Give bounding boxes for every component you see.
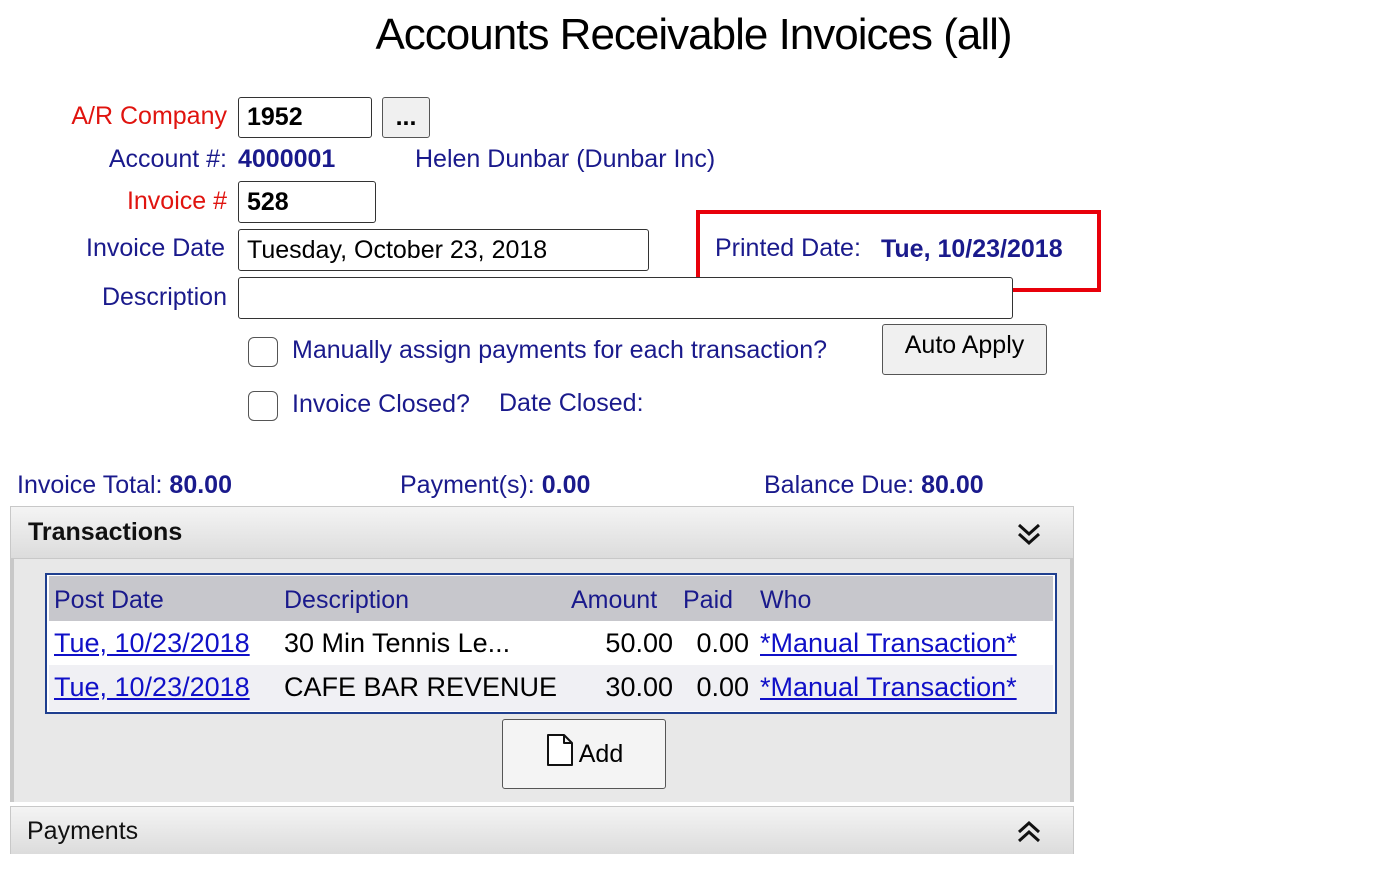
- balance-due-label: Balance Due:: [764, 471, 915, 499]
- col-amount[interactable]: Amount: [571, 586, 657, 615]
- chevron-double-up-icon[interactable]: [1015, 818, 1043, 846]
- date-closed-label: Date Closed:: [499, 389, 644, 417]
- invoice-closed-label: Invoice Closed?: [292, 390, 470, 418]
- invoice-number-label: Invoice #: [126, 187, 227, 215]
- account-label: Account #:: [108, 145, 227, 173]
- col-who[interactable]: Who: [760, 586, 811, 615]
- company-label: A/R Company: [71, 102, 227, 130]
- description-label: Description: [101, 283, 227, 311]
- invoice-total-label: Invoice Total:: [17, 471, 163, 499]
- row-amount: 50.00: [605, 628, 673, 658]
- chevron-double-down-icon[interactable]: [1015, 520, 1043, 548]
- row-description: 30 Min Tennis Le...: [284, 628, 511, 658]
- invoice-total: Invoice Total: 80.00: [17, 471, 232, 500]
- balance-due-value: 80.00: [921, 471, 984, 499]
- payments-total-value: 0.00: [541, 471, 591, 499]
- table-row[interactable]: Tue, 10/23/2018 CAFE BAR REVENUE 30.00 0…: [49, 665, 1053, 711]
- document-icon: [546, 734, 573, 766]
- invoice-closed-checkbox[interactable]: [248, 391, 278, 421]
- page-title: Accounts Receivable Invoices (all): [375, 10, 1012, 59]
- payments-title: Payments: [27, 817, 139, 845]
- invoice-date-label: Invoice Date: [86, 234, 225, 262]
- account-name: Helen Dunbar (Dunbar Inc): [415, 145, 716, 173]
- invoice-date-input[interactable]: Tuesday, October 23, 2018: [238, 229, 649, 271]
- printed-date-value: Tue, 10/23/2018: [881, 235, 1063, 263]
- who-link[interactable]: *Manual Transaction*: [760, 672, 1017, 703]
- row-amount: 30.00: [605, 672, 673, 702]
- add-button-label: Add: [578, 739, 624, 768]
- manual-assign-checkbox[interactable]: [248, 337, 278, 367]
- auto-apply-button[interactable]: Auto Apply: [882, 324, 1047, 375]
- printed-date-label: Printed Date:: [715, 234, 861, 262]
- description-input[interactable]: [238, 277, 1013, 319]
- invoice-number-input[interactable]: 528: [238, 181, 376, 223]
- post-date-link[interactable]: Tue, 10/23/2018: [54, 628, 250, 659]
- col-post-date[interactable]: Post Date: [54, 586, 164, 615]
- col-paid[interactable]: Paid: [683, 586, 733, 615]
- grid-header-row: Post Date Description Amount Paid Who: [49, 576, 1053, 621]
- row-paid: 0.00: [696, 628, 749, 658]
- payments-panel-header[interactable]: Payments: [10, 806, 1074, 854]
- table-row[interactable]: Tue, 10/23/2018 30 Min Tennis Le... 50.0…: [49, 621, 1053, 665]
- transactions-grid: Post Date Description Amount Paid Who Tu…: [45, 573, 1057, 714]
- transactions-panel-body: Post Date Description Amount Paid Who Tu…: [10, 559, 1074, 802]
- account-number: 4000001: [238, 145, 336, 173]
- invoice-total-value: 80.00: [169, 471, 232, 499]
- add-transaction-button[interactable]: Add: [502, 719, 666, 789]
- payments-total: Payment(s): 0.00: [400, 471, 590, 500]
- transactions-title: Transactions: [28, 518, 183, 546]
- manual-assign-label: Manually assign payments for each transa…: [292, 336, 828, 364]
- company-browse-button[interactable]: ...: [382, 97, 430, 138]
- payments-total-label: Payment(s):: [400, 471, 535, 499]
- transactions-panel-header[interactable]: Transactions: [10, 506, 1074, 559]
- company-input[interactable]: 1952: [238, 97, 372, 138]
- row-paid: 0.00: [696, 672, 749, 702]
- col-description[interactable]: Description: [284, 586, 409, 615]
- balance-due: Balance Due: 80.00: [764, 471, 984, 500]
- who-link[interactable]: *Manual Transaction*: [760, 628, 1017, 659]
- post-date-link[interactable]: Tue, 10/23/2018: [54, 672, 250, 703]
- row-description: CAFE BAR REVENUE: [284, 672, 558, 702]
